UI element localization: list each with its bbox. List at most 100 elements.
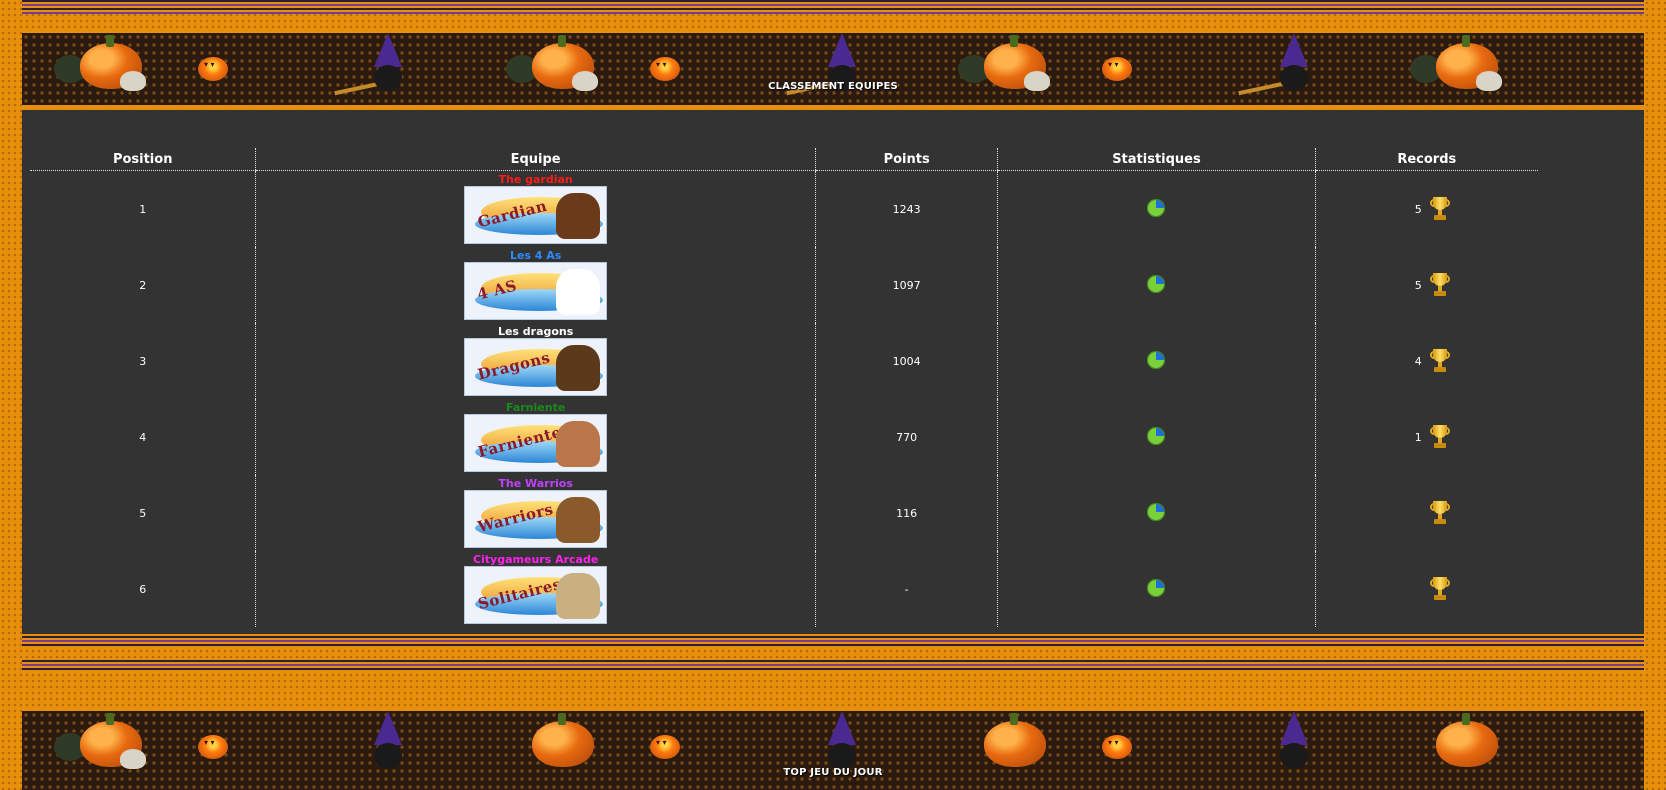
team-cell: Les 4 As 4 AS: [255, 247, 816, 323]
pumpkin-icon: [1436, 713, 1498, 767]
column-header-position: Position: [30, 148, 256, 171]
logo-character-image: [556, 345, 601, 391]
stats-cell: [997, 399, 1316, 475]
team-ranking-table: Position Equipe Points Statistiques Reco…: [30, 148, 1538, 627]
jack-o-lantern-icon: [198, 735, 228, 759]
records-count: 5: [1414, 202, 1422, 216]
team-logo[interactable]: Dragons: [464, 338, 608, 396]
stats-cell: [997, 475, 1316, 551]
trophy-icon[interactable]: [1429, 349, 1450, 373]
stats-cell: [997, 323, 1316, 399]
table-row: 2 Les 4 As 4 AS 1097 5: [30, 247, 1538, 323]
header-banner: CLASSEMENT EQUIPES: [22, 30, 1644, 108]
points-cell: 770: [814, 399, 998, 475]
top-stripes: [22, 0, 1644, 14]
records-count: 1: [1414, 430, 1422, 444]
pie-chart-icon[interactable]: [1147, 350, 1166, 369]
position-cell: 5: [139, 506, 147, 520]
table-row: 6 Citygameurs Arcade Solitaires -: [30, 551, 1538, 627]
column-header-team: Equipe: [255, 148, 816, 171]
pumpkin-icon: [984, 713, 1046, 767]
stats-cell: [997, 551, 1316, 627]
team-cell: The Warrios Warriors: [255, 475, 816, 551]
logo-character-image: [556, 573, 601, 619]
points-cell: -: [814, 551, 998, 627]
pie-chart-icon[interactable]: [1147, 502, 1166, 521]
records-cell: 1: [1314, 399, 1538, 475]
points-cell: 116: [814, 475, 998, 551]
middle-stripes-2: [22, 660, 1644, 672]
column-header-stats: Statistiques: [997, 148, 1316, 171]
logo-character-image: [556, 269, 601, 315]
witch-hat-icon: [1280, 33, 1308, 67]
jack-o-lantern-icon: [1102, 735, 1132, 759]
table-row: 5 The Warrios Warriors 116: [30, 475, 1538, 551]
points-cell: 1097: [814, 247, 998, 323]
pie-chart-icon[interactable]: [1147, 426, 1166, 445]
records-cell: [1314, 551, 1538, 627]
logo-character-image: [556, 497, 601, 543]
team-cell: Les dragons Dragons: [255, 323, 816, 399]
team-logo[interactable]: Farniente: [464, 414, 608, 472]
records-cell: 5: [1314, 247, 1538, 323]
logo-character-image: [556, 193, 601, 239]
records-count: 5: [1414, 278, 1422, 292]
team-name-link[interactable]: Les 4 As: [256, 250, 814, 262]
jack-o-lantern-icon: [650, 57, 680, 81]
team-name-link[interactable]: The gardian: [256, 174, 814, 186]
middle-stripes: [22, 636, 1644, 648]
witch-hat-icon: [828, 33, 856, 67]
position-cell: 6: [139, 582, 147, 596]
position-cell: 1: [139, 202, 147, 216]
records-cell: 4: [1314, 323, 1538, 399]
table-row: 4 Farniente Farniente 770 1: [30, 399, 1538, 475]
points-cell: 1004: [814, 323, 998, 399]
witch-hat-icon: [374, 711, 402, 745]
pie-chart-icon[interactable]: [1147, 274, 1166, 293]
witch-hat-icon: [828, 711, 856, 745]
team-cell: Citygameurs Arcade Solitaires: [255, 551, 816, 627]
team-cell: Farniente Farniente: [255, 399, 816, 475]
team-cell: The gardian Gardian: [255, 170, 816, 247]
team-logo[interactable]: 4 AS: [464, 262, 608, 320]
header-banner-title: CLASSEMENT EQUIPES: [768, 81, 898, 92]
table-row: 1 The gardian Gardian 1243 5: [30, 170, 1538, 247]
records-count: 4: [1414, 354, 1422, 368]
trophy-icon[interactable]: [1429, 501, 1450, 525]
position-cell: 2: [139, 278, 147, 292]
pie-chart-icon[interactable]: [1147, 198, 1166, 217]
stats-cell: [997, 170, 1316, 247]
stats-cell: [997, 247, 1316, 323]
jack-o-lantern-icon: [650, 735, 680, 759]
team-name-link[interactable]: Farniente: [256, 402, 814, 414]
trophy-icon[interactable]: [1429, 577, 1450, 601]
witch-hat-icon: [1280, 711, 1308, 745]
position-cell: 3: [139, 354, 147, 368]
trophy-icon[interactable]: [1429, 197, 1450, 221]
pie-chart-icon[interactable]: [1147, 578, 1166, 597]
records-cell: [1314, 475, 1538, 551]
points-cell: 1243: [814, 170, 998, 247]
team-logo[interactable]: Gardian: [464, 186, 608, 244]
column-header-points: Points: [814, 148, 998, 171]
trophy-icon[interactable]: [1429, 273, 1450, 297]
team-name-link[interactable]: The Warrios: [256, 478, 814, 490]
column-header-records: Records: [1314, 148, 1538, 171]
team-name-link[interactable]: Les dragons: [256, 326, 814, 338]
logo-character-image: [556, 421, 601, 467]
team-logo[interactable]: Solitaires: [464, 566, 608, 624]
table-header-row: Position Equipe Points Statistiques Reco…: [30, 148, 1538, 171]
records-cell: 5: [1314, 170, 1538, 247]
team-logo[interactable]: Warriors: [464, 490, 608, 548]
minnie-witch-icon: [1280, 743, 1308, 769]
jack-o-lantern-icon: [198, 57, 228, 81]
team-name-link[interactable]: Citygameurs Arcade: [256, 554, 814, 566]
minnie-witch-icon: [828, 743, 856, 769]
footer-banner: TOP JEU DU JOUR: [22, 708, 1644, 790]
position-cell: 4: [139, 430, 147, 444]
skull-icon: [120, 749, 146, 769]
trophy-icon[interactable]: [1429, 425, 1450, 449]
jack-o-lantern-icon: [1102, 57, 1132, 81]
witch-hat-icon: [374, 33, 402, 67]
table-row: 3 Les dragons Dragons 1004 4: [30, 323, 1538, 399]
